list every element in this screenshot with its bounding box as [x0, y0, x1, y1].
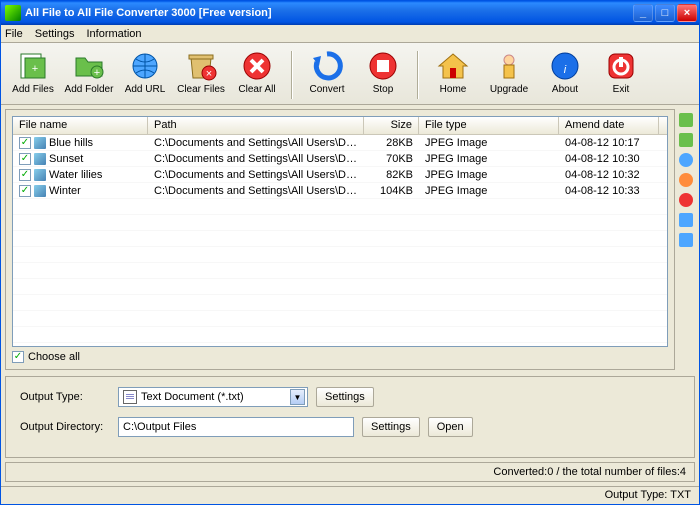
checkbox-icon[interactable]: [19, 169, 31, 181]
menu-file[interactable]: File: [5, 28, 23, 40]
maximize-button[interactable]: □: [655, 4, 675, 22]
menu-information[interactable]: Information: [86, 28, 141, 40]
open-button[interactable]: Open: [428, 417, 473, 437]
table-row[interactable]: Blue hillsC:\Documents and Settings\All …: [13, 135, 667, 151]
table-row[interactable]: SunsetC:\Documents and Settings\All User…: [13, 151, 667, 167]
close-button[interactable]: ×: [677, 4, 697, 22]
choose-all-checkbox[interactable]: Choose all: [12, 351, 668, 363]
clear-files-button[interactable]: ×Clear Files: [175, 47, 227, 103]
checkbox-icon[interactable]: [19, 153, 31, 165]
checkbox-icon[interactable]: [19, 185, 31, 197]
file-icon: [34, 153, 46, 165]
titlebar: All File to All File Converter 3000 [Fre…: [1, 1, 699, 25]
file-icon: [34, 137, 46, 149]
table-row[interactable]: WinterC:\Documents and Settings\All User…: [13, 183, 667, 199]
side-remove-icon[interactable]: [679, 173, 693, 187]
file-icon: [34, 185, 46, 197]
file-icon: [34, 169, 46, 181]
upgrade-button[interactable]: Upgrade: [483, 47, 535, 103]
output-panel: Output Type: Text Document (*.txt) ▼ Set…: [5, 376, 695, 458]
menubar: File Settings Information: [1, 25, 699, 43]
col-amenddate[interactable]: Amend date: [559, 117, 659, 134]
list-header: File name Path Size File type Amend date: [13, 117, 667, 135]
add-folder-button[interactable]: +Add Folder: [63, 47, 115, 103]
side-up-icon[interactable]: [679, 213, 693, 227]
add-files-button[interactable]: +Add Files: [7, 47, 59, 103]
svg-text:+: +: [32, 63, 38, 75]
checkbox-icon: [12, 351, 24, 363]
side-clear-icon[interactable]: [679, 193, 693, 207]
minimize-button[interactable]: _: [633, 4, 653, 22]
svg-text:×: ×: [206, 68, 212, 80]
toolbar: +Add Files +Add Folder Add URL ×Clear Fi…: [1, 43, 699, 105]
side-toolbar: [677, 109, 695, 370]
output-type-combo[interactable]: Text Document (*.txt) ▼: [118, 387, 308, 407]
table-row[interactable]: Water liliesC:\Documents and Settings\Al…: [13, 167, 667, 183]
footer: Output Type: TXT: [1, 486, 699, 504]
output-dir-settings-button[interactable]: Settings: [362, 417, 420, 437]
side-add-icon[interactable]: [679, 113, 693, 127]
output-type-label: Output Type:: [20, 391, 110, 403]
file-list: File name Path Size File type Amend date…: [12, 116, 668, 347]
side-globe-icon[interactable]: [679, 153, 693, 167]
app-icon: [5, 5, 21, 21]
col-filetype[interactable]: File type: [419, 117, 559, 134]
clear-all-button[interactable]: Clear All: [231, 47, 283, 103]
add-url-button[interactable]: Add URL: [119, 47, 171, 103]
home-button[interactable]: Home: [427, 47, 479, 103]
checkbox-icon[interactable]: [19, 137, 31, 149]
status-bar: Converted:0 / the total number of files:…: [5, 462, 695, 482]
side-folder-icon[interactable]: [679, 133, 693, 147]
menu-settings[interactable]: Settings: [35, 28, 75, 40]
exit-button[interactable]: Exit: [595, 47, 647, 103]
document-icon: [123, 390, 137, 404]
convert-button[interactable]: Convert: [301, 47, 353, 103]
stop-button[interactable]: Stop: [357, 47, 409, 103]
output-dir-input[interactable]: C:\Output Files: [118, 417, 354, 437]
col-path[interactable]: Path: [148, 117, 364, 134]
output-type-settings-button[interactable]: Settings: [316, 387, 374, 407]
side-down-icon[interactable]: [679, 233, 693, 247]
col-size[interactable]: Size: [364, 117, 419, 134]
window-title: All File to All File Converter 3000 [Fre…: [25, 7, 633, 19]
about-button[interactable]: iAbout: [539, 47, 591, 103]
output-dir-label: Output Directory:: [20, 421, 110, 433]
col-filename[interactable]: File name: [13, 117, 148, 134]
chevron-down-icon: ▼: [290, 389, 305, 405]
svg-text:+: +: [94, 67, 100, 79]
main-panel: File name Path Size File type Amend date…: [5, 109, 675, 370]
